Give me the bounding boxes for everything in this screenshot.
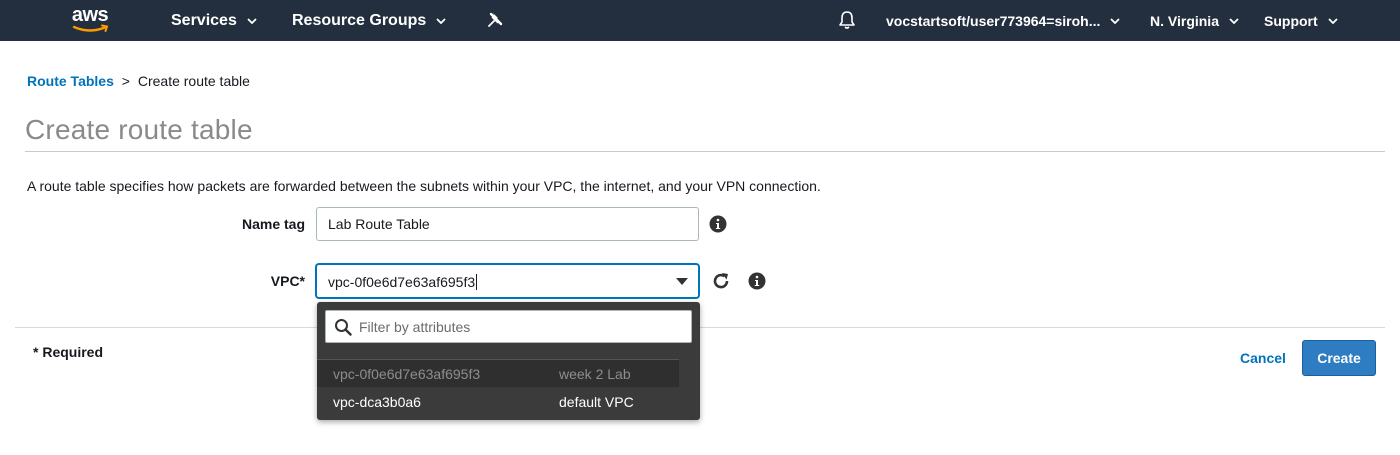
form-divider xyxy=(15,327,1385,328)
required-note: * Required xyxy=(33,344,104,360)
top-navigation-bar: aws Services Resource Groups vocstartsof… xyxy=(0,0,1400,41)
vpc-option[interactable]: vpc-dca3b0a6 default VPC xyxy=(317,388,679,416)
refresh-icon[interactable] xyxy=(711,271,731,291)
filter-input[interactable] xyxy=(359,311,679,342)
page-title: Create route table xyxy=(25,114,253,145)
chevron-down-icon xyxy=(1229,17,1239,24)
resource-groups-menu[interactable]: Resource Groups xyxy=(292,0,446,41)
aws-logo[interactable]: aws xyxy=(66,4,114,36)
search-icon xyxy=(335,319,352,336)
dropdown-scrollbar[interactable] xyxy=(679,359,700,417)
vpc-option-name: default VPC xyxy=(559,394,634,410)
breadcrumb: Route Tables > Create route table xyxy=(27,73,250,89)
page-description: A route table specifies how packets are … xyxy=(27,178,821,194)
create-button[interactable]: Create xyxy=(1302,340,1376,376)
chevron-down-icon xyxy=(1328,17,1338,24)
vpc-select[interactable]: vpc-0f0e6d7e63af695f3 xyxy=(316,264,699,298)
filter-field xyxy=(325,310,692,343)
vpc-option[interactable]: vpc-0f0e6d7e63af695f3 week 2 Lab xyxy=(317,359,679,387)
title-divider xyxy=(25,151,1385,152)
support-menu[interactable]: Support xyxy=(1264,0,1338,41)
support-label: Support xyxy=(1264,12,1318,29)
bell-icon[interactable] xyxy=(838,10,856,30)
vpc-label: VPC* xyxy=(270,273,305,289)
chevron-down-icon xyxy=(1110,17,1121,24)
name-tag-input[interactable] xyxy=(316,207,699,241)
services-menu[interactable]: Services xyxy=(171,0,257,41)
breadcrumb-separator: > xyxy=(121,73,130,89)
caret-down-icon xyxy=(676,278,688,285)
chevron-down-icon xyxy=(247,17,257,24)
services-label: Services xyxy=(171,11,237,29)
vpc-option-id: vpc-0f0e6d7e63af695f3 xyxy=(333,366,481,382)
region-menu[interactable]: N. Virginia xyxy=(1150,0,1239,41)
vpc-select-value: vpc-0f0e6d7e63af695f3 xyxy=(328,274,478,290)
info-icon[interactable] xyxy=(748,272,766,290)
vpc-option-name: week 2 Lab xyxy=(559,366,631,382)
breadcrumb-current: Create route table xyxy=(137,73,250,89)
cancel-button[interactable]: Cancel xyxy=(1232,341,1294,375)
resource-groups-label: Resource Groups xyxy=(292,11,427,29)
text-cursor xyxy=(476,274,478,290)
account-menu[interactable]: vocstartsoft/user773964=siroh... xyxy=(886,0,1121,41)
account-label: vocstartsoft/user773964=siroh... xyxy=(886,12,1101,29)
chevron-down-icon xyxy=(436,17,446,24)
aws-smile-icon xyxy=(72,24,109,32)
info-icon[interactable] xyxy=(709,215,727,233)
region-label: N. Virginia xyxy=(1150,12,1219,29)
vpc-dropdown: vpc-0f0e6d7e63af695f3 week 2 Lab vpc-dca… xyxy=(317,302,700,420)
vpc-select-text: vpc-0f0e6d7e63af695f3 xyxy=(328,274,476,290)
breadcrumb-route-tables-link[interactable]: Route Tables xyxy=(27,73,114,89)
vpc-option-id: vpc-dca3b0a6 xyxy=(333,394,421,410)
aws-logo-text: aws xyxy=(71,4,109,26)
pin-icon[interactable] xyxy=(487,12,503,28)
name-tag-label: Name tag xyxy=(241,216,305,232)
